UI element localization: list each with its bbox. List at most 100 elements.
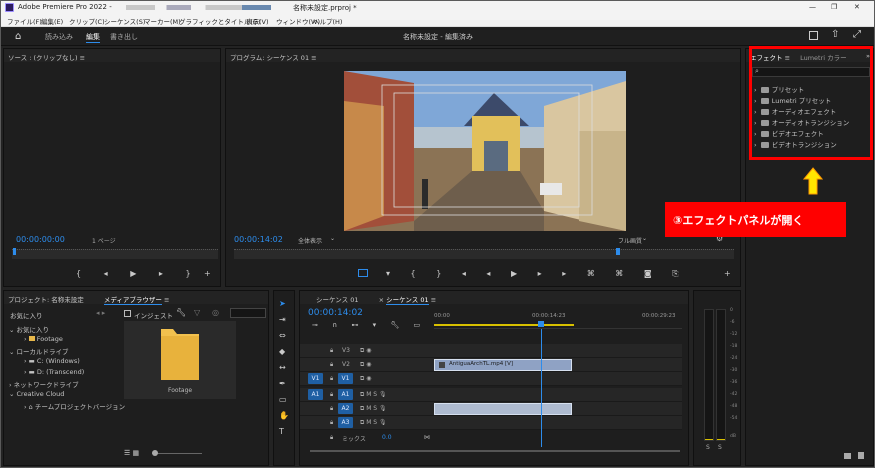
tree-creative-cloud[interactable]: ⌄ Creative Cloud <box>9 390 64 398</box>
tab-media-browser[interactable]: メディアブラウザー <box>103 296 162 305</box>
tree-team-project[interactable]: › ⌂ チームプロジェクトバージョン <box>24 401 125 411</box>
ingest-checkbox[interactable] <box>124 310 131 317</box>
tab-project[interactable]: プロジェクト: 名称未設定 <box>8 296 84 304</box>
lock-icon[interactable]: 🔒︎ <box>330 361 333 369</box>
menu-sequence[interactable]: シーケンス(S) <box>104 16 145 26</box>
new-bin-icon[interactable] <box>844 453 851 459</box>
source-page[interactable]: 1 ページ <box>92 236 116 245</box>
safe-margins-icon[interactable] <box>358 269 368 277</box>
source-a1-target[interactable]: A1 <box>308 389 323 400</box>
lock-icon[interactable]: 🔒︎ <box>330 347 333 355</box>
trash-icon[interactable] <box>858 452 864 459</box>
list-view-icon[interactable]: ☰ ▦ <box>124 449 139 457</box>
project-panel: プロジェクト: 名称未設定 メディアブラウザー ≡ お気に入り ◂ ▸ インジェ… <box>3 290 269 466</box>
audio-clip[interactable] <box>434 403 572 415</box>
view-icon[interactable]: ◎ <box>212 308 219 317</box>
meter-tick-1: -6 <box>730 320 735 325</box>
track-target-a1[interactable]: A1 <box>338 389 353 400</box>
tree-label: お気に入り <box>16 326 50 334</box>
menu-file[interactable]: ファイル(F) <box>7 16 42 26</box>
footage-thumbnail[interactable]: Footage <box>124 321 236 399</box>
tab-edit[interactable]: 編集 <box>86 32 100 43</box>
track-target-a2[interactable]: A2 <box>338 403 353 414</box>
ripple-edit-icon[interactable]: ⇔ <box>279 331 286 340</box>
type-icon[interactable]: T <box>279 427 284 436</box>
media-search[interactable] <box>230 308 266 318</box>
team-icon: ⌂ <box>28 403 33 411</box>
tree-network[interactable]: › ネットワークドライブ <box>9 379 79 389</box>
tree-footage[interactable]: › Footage <box>24 335 63 343</box>
timeline-playhead-handle[interactable] <box>538 321 544 327</box>
program-transport[interactable]: ▾ { } ◂ ◂ ▶ ▸ ▸ ⌘ ⌘ ◙ ⎘ <box>386 269 688 279</box>
razor-icon[interactable]: ◆ <box>279 347 285 356</box>
source-monitor: ソース : (クリップなし) ≡ 00:00:00:00 1 ページ { ◂ ▶… <box>3 48 221 287</box>
source-transport[interactable]: { ◂ ▶ ▸ } <box>76 269 201 278</box>
maximize-button[interactable]: ❐ <box>831 3 837 11</box>
fav-select[interactable]: お気に入り <box>10 310 43 320</box>
rectangle-icon[interactable]: ▭ <box>279 395 287 404</box>
track-v3 <box>300 344 682 358</box>
share-icon[interactable]: ⇧ <box>831 29 839 40</box>
fullscreen-icon[interactable]: ⤢ <box>853 29 861 40</box>
mute-solo-controls[interactable]: ⧉ M S 🎙︎ <box>360 405 387 413</box>
eye-icon[interactable]: ⧉ ◉ <box>360 347 371 355</box>
tree-local-drives[interactable]: ⌄ ローカルドライブ <box>9 346 69 356</box>
tree-label: Creative Cloud <box>16 390 65 398</box>
lock-icon[interactable]: 🔒︎ <box>330 419 333 427</box>
zoom-slider[interactable] <box>152 453 202 454</box>
source-add-icon[interactable]: + <box>204 269 211 278</box>
track-target-v1[interactable]: V1 <box>338 373 353 384</box>
nav-arrows[interactable]: ◂ ▸ <box>96 309 105 317</box>
fit-select[interactable]: 全体表示 <box>298 236 322 245</box>
work-area-bar[interactable] <box>434 324 574 326</box>
menu-clip[interactable]: クリップ(C) <box>69 16 105 26</box>
tab-sequence-b[interactable]: シーケンス 01 <box>386 296 429 305</box>
timeline-hscroll[interactable] <box>310 450 680 452</box>
wrench-icon[interactable]: 🔧︎ <box>176 308 186 317</box>
slip-icon[interactable]: ↔ <box>279 363 286 372</box>
home-icon[interactable]: ⌂ <box>15 31 21 42</box>
fit-chevron-icon[interactable]: ⌄ <box>330 235 335 242</box>
track-select-icon[interactable]: ⇥ <box>279 315 286 324</box>
tab-sequence-a[interactable]: シーケンス 01 <box>316 296 359 304</box>
tree-favorites[interactable]: ⌄ お気に入り <box>9 324 49 334</box>
tab-import[interactable]: 読み込み <box>45 32 73 42</box>
solo-left-button[interactable]: S <box>706 444 710 451</box>
eye-icon[interactable]: ⧉ ◉ <box>360 375 371 383</box>
selection-tool-icon[interactable]: ➤ <box>279 299 286 308</box>
zoom-handle[interactable] <box>152 450 158 456</box>
track-target-a3[interactable]: A3 <box>338 417 353 428</box>
eye-icon[interactable]: ⧉ ◉ <box>360 361 371 369</box>
lock-icon[interactable]: 🔒︎ <box>330 434 333 442</box>
program-add-icon[interactable]: + <box>724 269 731 278</box>
drive-icon: ▬ <box>28 368 35 376</box>
quality-chevron-icon[interactable]: ⌄ <box>642 235 647 242</box>
mute-solo-controls[interactable]: ⧉ M S 🎙︎ <box>360 391 387 399</box>
menu-edit[interactable]: 編集(E) <box>41 16 63 26</box>
timeline-tools[interactable]: ⊸ ∩ ⊷ ▾ 🔧︎ ▭ <box>312 321 426 329</box>
tab-export[interactable]: 書き出し <box>110 32 138 42</box>
menu-marker[interactable]: マーカー(M) <box>144 16 181 26</box>
menu-view[interactable]: 表示(V) <box>246 16 269 26</box>
menu-help[interactable]: ヘルプ(H) <box>313 16 342 26</box>
close-icon[interactable]: × <box>379 296 384 304</box>
mix-value[interactable]: 0.0 <box>382 434 392 441</box>
lock-icon[interactable]: 🔒︎ <box>330 375 333 383</box>
source-v1-target[interactable]: V1 <box>308 373 323 384</box>
minimize-button[interactable]: — <box>809 3 816 11</box>
hand-icon[interactable]: ✋ <box>279 411 289 420</box>
meter-tick-3: -18 <box>730 344 738 349</box>
solo-right-button[interactable]: S <box>718 444 722 451</box>
lock-icon[interactable]: 🔒︎ <box>330 405 333 413</box>
tree-drive-c[interactable]: › ▬ C: (Windows) <box>24 357 80 365</box>
quick-export-icon[interactable] <box>809 31 818 40</box>
title-bar: Adobe Premiere Pro 2022 - 名称未設定.prproj *… <box>1 1 874 14</box>
filter-icon[interactable]: ▽ <box>194 308 200 317</box>
pen-icon[interactable]: ✒ <box>279 379 286 388</box>
quality-select[interactable]: フル画質 <box>618 236 642 245</box>
video-clip[interactable]: AntiguaArchTL.mp4 [V] <box>434 359 572 371</box>
tree-drive-d[interactable]: › ▬ D: (Transcend) <box>24 368 84 376</box>
close-button[interactable]: ✕ <box>854 3 860 11</box>
mute-solo-controls[interactable]: ⧉ M S 🎙︎ <box>360 419 387 427</box>
lock-icon[interactable]: 🔒︎ <box>330 391 333 399</box>
